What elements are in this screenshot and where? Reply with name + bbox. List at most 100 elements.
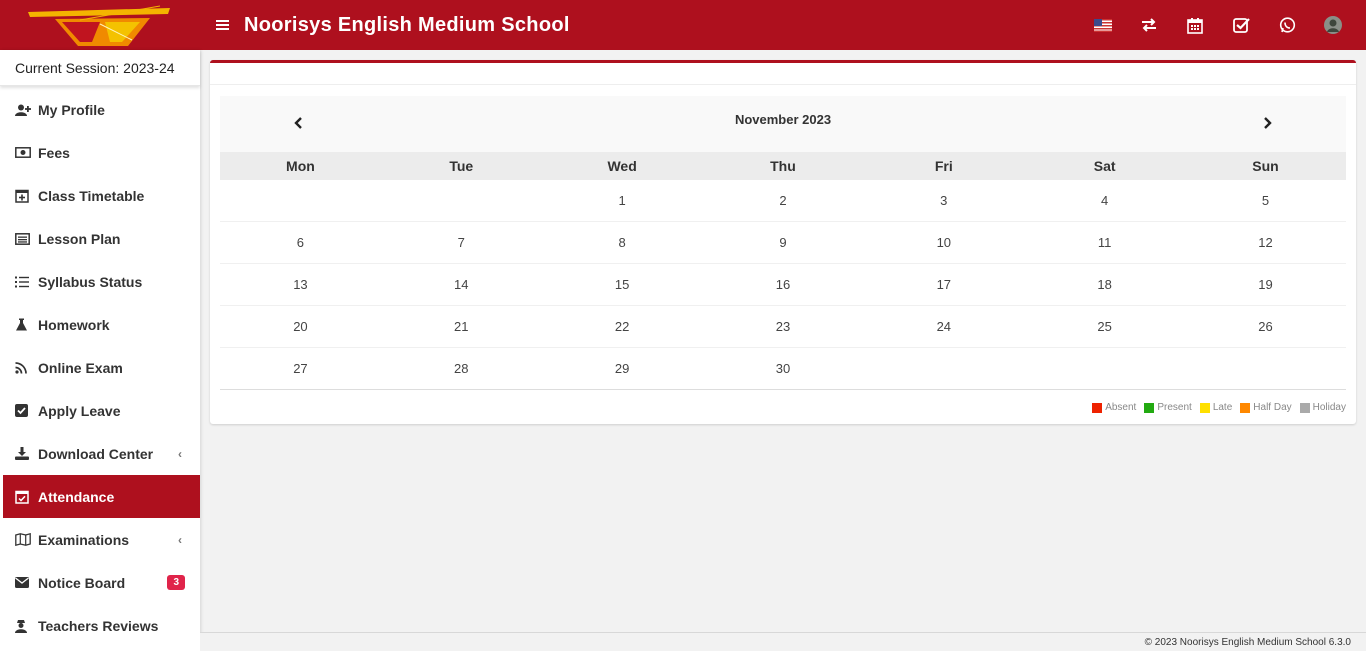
calendar-day[interactable]: 21 — [381, 306, 542, 347]
calendar-day[interactable] — [863, 348, 1024, 389]
calendar-day[interactable]: 27 — [220, 348, 381, 389]
legend-label: Half Day — [1253, 402, 1292, 413]
school-logo[interactable] — [0, 0, 200, 50]
sidebar-item-examinations[interactable]: Examinations ‹ — [0, 518, 200, 561]
calendar-day[interactable]: 8 — [542, 222, 703, 263]
legend-swatch — [1144, 402, 1155, 413]
user-menu-button[interactable] — [1310, 0, 1356, 50]
sidebar-item-lesson-plan[interactable]: Lesson Plan — [0, 217, 200, 260]
calendar-day[interactable] — [381, 180, 542, 221]
weekday-label: Sat — [1093, 158, 1116, 174]
next-month-button[interactable] — [1264, 116, 1272, 134]
calendar-day[interactable] — [1024, 348, 1185, 389]
chevron-left-icon: ‹ — [178, 446, 182, 461]
sidebar-item-label: Class Timetable — [38, 187, 145, 204]
menu-toggle-button[interactable] — [202, 0, 244, 50]
calendar-day[interactable]: 28 — [381, 348, 542, 389]
calendar-day[interactable]: 23 — [703, 306, 864, 347]
money-icon — [15, 147, 38, 158]
current-session: Current Session: 2023-24 — [0, 50, 200, 86]
calendar-toolbar: November 2023 — [220, 96, 1346, 152]
switch-button[interactable] — [1126, 0, 1172, 50]
calendar-day[interactable]: 2 — [703, 180, 864, 221]
list-icon — [15, 276, 38, 288]
calendar-day[interactable]: 11 — [1024, 222, 1185, 263]
page-footer: © 2023 Noorisys English Medium School 6.… — [200, 632, 1366, 651]
legend-item-absent: Absent — [1092, 402, 1136, 413]
legend-swatch — [1199, 402, 1210, 413]
calendar-week: 13 14 15 16 17 18 19 — [220, 264, 1346, 306]
sidebar: Current Session: 2023-24 My Profile Fees… — [0, 50, 200, 651]
calendar-day[interactable]: 29 — [542, 348, 703, 389]
calendar-day[interactable]: 14 — [381, 264, 542, 305]
legend-label: Absent — [1105, 402, 1137, 413]
sidebar-item-teachers-reviews[interactable]: Teachers Reviews — [0, 604, 200, 647]
calendar-day[interactable]: 22 — [542, 306, 703, 347]
calendar-week: 20 21 22 23 24 25 26 — [220, 306, 1346, 348]
user-plus-icon — [15, 104, 38, 116]
calendar-day[interactable]: 24 — [863, 306, 1024, 347]
calendar-day[interactable]: 20 — [220, 306, 381, 347]
calendar-day[interactable]: 19 — [1185, 264, 1346, 305]
flask-icon — [15, 318, 38, 331]
calendar-day[interactable]: 10 — [863, 222, 1024, 263]
calendar-day[interactable] — [220, 180, 381, 221]
calendar-day[interactable]: 18 — [1024, 264, 1185, 305]
check-square-icon — [15, 404, 38, 417]
calendar-day[interactable]: 7 — [381, 222, 542, 263]
calendar-day[interactable]: 9 — [703, 222, 864, 263]
sidebar-item-label: My Profile — [38, 101, 105, 118]
calendar-week: 1 2 3 4 5 — [220, 180, 1346, 222]
sidebar-item-notice-board[interactable]: Notice Board 3 — [0, 561, 200, 604]
calendar-day[interactable]: 17 — [863, 264, 1024, 305]
sidebar-item-class-timetable[interactable]: Class Timetable — [0, 174, 200, 217]
calendar-day[interactable]: 30 — [703, 348, 864, 389]
calendar-week: 6 7 8 9 10 11 12 — [220, 222, 1346, 264]
user-secret-icon — [15, 619, 38, 633]
sidebar-item-label: Apply Leave — [38, 402, 121, 419]
calendar-day[interactable]: 16 — [703, 264, 864, 305]
us-flag-icon — [1094, 18, 1112, 32]
calendar-day[interactable]: 4 — [1024, 180, 1185, 221]
sidebar-item-apply-leave[interactable]: Apply Leave — [0, 389, 200, 432]
calendar-day[interactable]: 12 — [1185, 222, 1346, 263]
sidebar-item-homework[interactable]: Homework — [0, 303, 200, 346]
legend-item-late: Late — [1199, 402, 1232, 413]
sidebar-item-attendance[interactable]: Attendance — [3, 475, 200, 518]
legend-item-holiday: Holiday — [1299, 402, 1346, 413]
sidebar-item-download-center[interactable]: Download Center ‹ — [0, 432, 200, 475]
legend-label: Holiday — [1312, 402, 1346, 413]
tasks-button[interactable] — [1218, 0, 1264, 50]
legend-swatch — [1299, 402, 1310, 413]
calendar-icon — [1187, 17, 1203, 34]
sidebar-item-syllabus-status[interactable]: Syllabus Status — [0, 260, 200, 303]
calendar-day[interactable]: 15 — [542, 264, 703, 305]
weekday-label: Thu — [770, 158, 796, 174]
calendar-check-icon — [15, 489, 38, 504]
list-alt-icon — [15, 232, 38, 245]
notice-count-badge: 3 — [167, 575, 185, 590]
language-button[interactable] — [1080, 0, 1126, 50]
month-label: November 2023 — [734, 112, 832, 127]
calendar-day[interactable]: 1 — [542, 180, 703, 221]
calendar-day[interactable]: 5 — [1185, 180, 1346, 221]
top-header: Noorisys English Medium School — [0, 0, 1366, 50]
sidebar-item-label: Teachers Reviews — [38, 617, 159, 634]
rss-icon — [15, 361, 38, 374]
sidebar-item-online-exam[interactable]: Online Exam — [0, 346, 200, 389]
calendar-day[interactable] — [1185, 348, 1346, 389]
sidebar-item-label: Online Exam — [38, 359, 123, 376]
sidebar-item-label: Attendance — [38, 488, 115, 505]
sidebar-item-my-profile[interactable]: My Profile — [0, 88, 200, 131]
calendar-day[interactable]: 3 — [863, 180, 1024, 221]
calendar-day[interactable]: 26 — [1185, 306, 1346, 347]
weekday-label: Mon — [286, 158, 315, 174]
calendar-day[interactable]: 13 — [220, 264, 381, 305]
calendar-day[interactable]: 6 — [220, 222, 381, 263]
calendar-day[interactable]: 25 — [1024, 306, 1185, 347]
sidebar-item-fees[interactable]: Fees — [0, 131, 200, 174]
attendance-card: November 2023 Mon Tue Wed Thu Fri Sat Su… — [210, 60, 1356, 424]
whatsapp-button[interactable] — [1264, 0, 1310, 50]
download-icon — [15, 447, 38, 460]
calendar-button[interactable] — [1172, 0, 1218, 50]
